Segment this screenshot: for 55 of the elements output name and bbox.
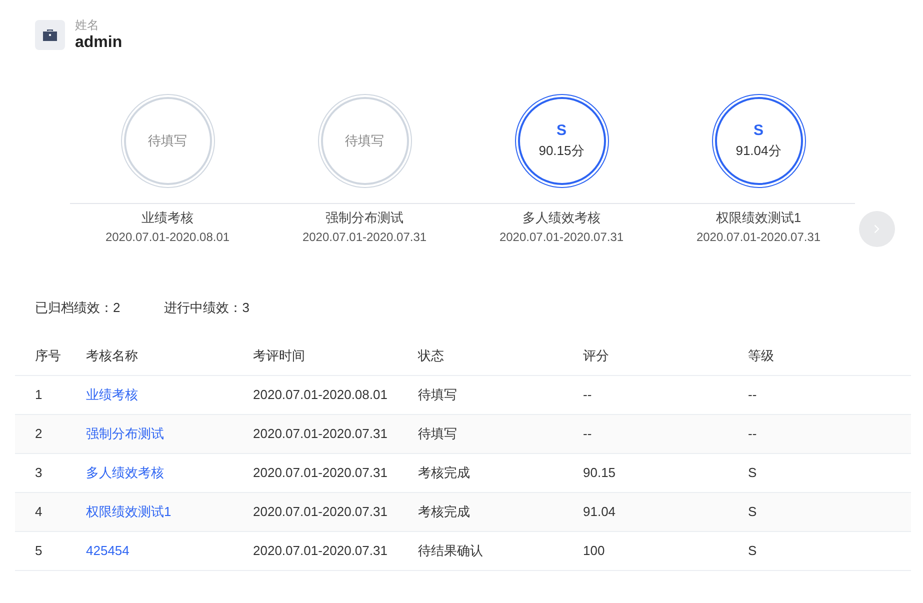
stage-score: 90.15分 <box>538 142 584 160</box>
stage-grade: S <box>556 121 566 141</box>
assessment-link[interactable]: 多人绩效考核 <box>86 464 164 480</box>
table-cell: -- <box>582 414 747 453</box>
column-header: 序号 <box>15 337 85 375</box>
stage-status: 待填写 <box>345 132 384 150</box>
assessment-link[interactable]: 425454 <box>86 543 130 558</box>
table-cell: 2020.07.01-2020.07.31 <box>252 492 417 531</box>
table-cell: 91.04 <box>582 492 747 531</box>
column-header: 状态 <box>417 337 582 375</box>
column-header: 考核名称 <box>85 337 252 375</box>
briefcase-icon <box>42 28 58 42</box>
column-header: 考评时间 <box>252 337 417 375</box>
table-cell: 3 <box>15 453 85 492</box>
table-cell: 2020.07.01-2020.07.31 <box>252 531 417 570</box>
table-cell: 考核完成 <box>417 492 582 531</box>
summary-count: 已归档绩效：2 <box>35 299 120 317</box>
stage-status: 待填写 <box>148 132 187 150</box>
column-header: 等级 <box>747 337 911 375</box>
table-cell: 待填写 <box>417 375 582 414</box>
table-cell: -- <box>747 414 911 453</box>
table-cell: 100 <box>582 531 747 570</box>
column-header: 评分 <box>582 337 747 375</box>
table-cell: S <box>747 531 911 570</box>
table-cell: 2020.07.01-2020.07.31 <box>252 414 417 453</box>
table-cell: 考核完成 <box>417 453 582 492</box>
stage-score: 91.04分 <box>736 142 782 160</box>
table-cell: 1 <box>15 375 85 414</box>
stage-period: 2020.07.01-2020.07.31 <box>302 229 427 246</box>
assessment-link[interactable]: 强制分布测试 <box>86 426 164 440</box>
stage-grade: S <box>753 121 764 141</box>
table-cell: 4 <box>15 492 85 531</box>
stage-period: 2020.07.01-2020.07.31 <box>499 229 624 246</box>
stage-title: 权限绩效测试1 <box>716 209 802 227</box>
stage-title: 强制分布测试 <box>326 209 404 227</box>
table-cell: -- <box>747 375 911 414</box>
assessment-link[interactable]: 业绩考核 <box>86 386 138 402</box>
table-cell: -- <box>582 375 747 414</box>
table-cell: 90.15 <box>582 453 747 492</box>
table-cell: 2020.07.01-2020.08.01 <box>252 375 417 414</box>
assessment-link[interactable]: 权限绩效测试1 <box>86 504 172 518</box>
stage-period: 2020.07.01-2020.08.01 <box>105 229 230 246</box>
table-cell: S <box>747 453 911 492</box>
table-cell: 2 <box>15 414 85 453</box>
stage-title: 多人绩效考核 <box>522 209 600 227</box>
table-cell: 待填写 <box>417 414 582 453</box>
name-label: 姓名 <box>75 17 100 33</box>
summary-count: 进行中绩效：3 <box>164 299 250 317</box>
stage-title: 业绩考核 <box>142 209 194 227</box>
table-cell: 2020.07.01-2020.07.31 <box>252 453 417 492</box>
table-cell: 5 <box>15 531 85 570</box>
table-cell: S <box>747 492 911 531</box>
stage-period: 2020.07.01-2020.07.31 <box>696 229 821 246</box>
user-name: admin <box>75 33 122 53</box>
table-cell: 待结果确认 <box>417 531 582 570</box>
